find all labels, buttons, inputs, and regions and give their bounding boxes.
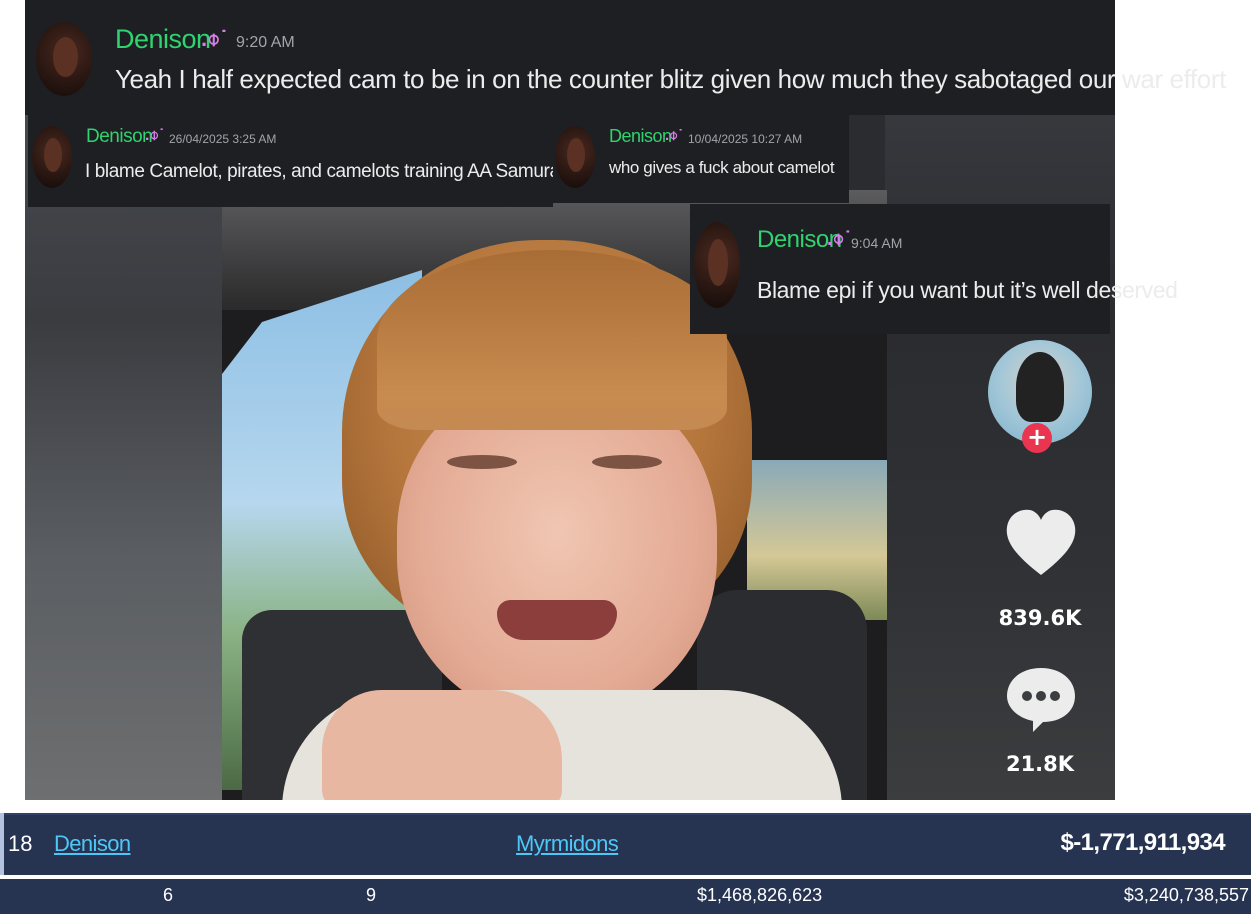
username[interactable]: Denison (86, 126, 153, 148)
person-face (397, 380, 717, 720)
table-cell: 9 (366, 885, 377, 905)
person-eye (447, 455, 517, 469)
timestamp: 9:20 AM (236, 34, 295, 51)
comment-icon[interactable] (1003, 664, 1079, 734)
role-badge-icon: .⌽˙ (201, 26, 228, 51)
timestamp: 26/04/2025 3:25 AM (169, 132, 277, 146)
message-text: who gives a fuck about camelot (609, 158, 835, 177)
heart-icon[interactable] (1003, 505, 1079, 581)
chat-message: Denison .⌽˙ 9:20 AM Yeah I half expected… (25, 0, 1226, 115)
avatar-figure (1016, 352, 1064, 422)
table-row: 18 Denison Myrmidons $-1,771,911,934 (0, 813, 1251, 875)
like-count: 839.6K (998, 606, 1082, 630)
row-highlight-edge (0, 813, 4, 875)
timestamp: 9:04 AM (851, 235, 903, 251)
role-badge-icon: .⌽˙ (827, 228, 852, 250)
table-cell: 6 (163, 885, 174, 905)
username[interactable]: Denison (115, 24, 211, 55)
role-badge-icon: .⌽˙ (665, 127, 684, 144)
avatar[interactable] (32, 126, 72, 188)
avatar[interactable] (36, 22, 92, 96)
table-row: 6 9 $1,468,826,623 $3,240,738,557 (0, 879, 1251, 914)
table-cell: $3,240,738,557 (1123, 885, 1249, 905)
chat-message: Denison .⌽˙ 26/04/2025 3:25 AM I blame C… (28, 115, 624, 207)
person-bangs (377, 250, 727, 430)
person-mouth (497, 600, 617, 640)
plus-icon[interactable]: + (1022, 423, 1052, 453)
faction-link[interactable]: Myrmidons (516, 831, 619, 857)
rank-cell: 18 (8, 831, 33, 856)
message-text: Blame epi if you want but it’s well dese… (757, 277, 1178, 303)
role-badge-icon: .⌽˙ (145, 127, 165, 144)
chat-message: Denison .⌽˙ 10/04/2025 10:27 AM who give… (553, 115, 849, 203)
message-text: Yeah I half expected cam to be in on the… (115, 64, 1226, 94)
table-cell: $1,468,826,623 (697, 885, 823, 905)
person-hand (322, 690, 562, 800)
chat-message: Denison .⌽˙ 9:04 AM Blame epi if you wan… (690, 204, 1178, 334)
player-link[interactable]: Denison (54, 831, 131, 857)
username[interactable]: Denison (609, 126, 672, 147)
timestamp: 10/04/2025 10:27 AM (688, 132, 803, 146)
message-text: I blame Camelot, pirates, and camelots t… (85, 161, 624, 182)
avatar[interactable] (694, 222, 740, 308)
comment-count: 21.8K (1005, 752, 1075, 776)
avatar[interactable] (555, 126, 595, 188)
person-eye (592, 455, 662, 469)
networth-cell: $-1,771,911,934 (1060, 829, 1226, 856)
